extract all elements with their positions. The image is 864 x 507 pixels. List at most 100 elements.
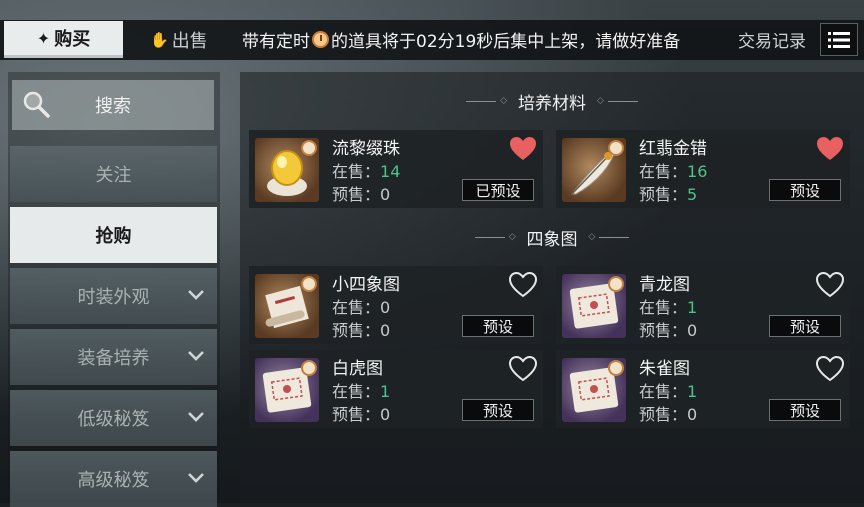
on-sale-count: 14 [380,162,401,181]
preset-button[interactable]: 已预设 [462,179,534,201]
heart-filled-icon[interactable] [816,136,844,162]
search-label: 搜索 [95,96,131,117]
presale-label: 预售： [639,321,688,340]
presale-count: 0 [687,405,698,424]
on-sale-stat: 在售：14 [332,158,400,182]
sidebar-item[interactable]: 关注 [10,146,217,202]
item-card[interactable]: 小四象图 在售：0 预售：0 预设 [249,266,543,344]
diamond-icon: ◇ [508,232,516,242]
timer-badge-icon [301,360,317,376]
on-sale-count: 1 [687,382,698,401]
presale-count: 0 [380,185,391,204]
on-sale-stat: 在售：16 [639,158,707,182]
sidebar-item-label: 装备培养 [77,348,150,369]
item-card[interactable]: 朱雀图 在售：1 预售：0 预设 [556,350,850,428]
listing-notice: 带有定时 的道具将于02分19秒后集中上架，请做好准备 [242,21,680,58]
chevron-down-icon [187,347,205,366]
notice-text-1: 带有定时 [242,32,310,52]
presale-label: 预售： [639,185,688,204]
diamond-icon: ◇ [588,232,596,242]
tab-buy-label: 购买 [54,29,91,50]
on-sale-count: 1 [380,382,391,401]
heart-outline-icon[interactable] [815,271,845,298]
title-divider [474,236,505,238]
heart-outline-icon[interactable] [508,271,538,298]
chevron-down-icon [187,408,205,427]
heart-outline-icon[interactable] [508,355,538,382]
item-card[interactable]: 白虎图 在售：1 预售：0 预设 [249,350,543,428]
item-card[interactable]: 红翡金错 在售：16 预售：5 预设 [556,130,850,208]
list-icon [828,31,850,48]
presale-stat: 预售：0 [332,317,390,341]
timer-badge-icon [301,276,317,292]
title-divider [599,236,630,238]
preset-button[interactable]: 预设 [462,399,534,421]
heart-outline-icon[interactable] [815,355,845,382]
sell-hand-icon: ✋ [150,30,169,49]
feather-icon [562,138,626,202]
item-name: 青龙图 [639,275,690,295]
presale-label: 预售： [332,405,381,424]
timer-icon [312,31,329,48]
timer-badge-icon [608,360,624,376]
notice-text-2: 的道具将于02分19秒后集中上架，请做好准备 [331,32,681,52]
sidebar-item[interactable]: 时装外观 [10,268,217,324]
presale-label: 预售： [332,321,381,340]
presale-count: 0 [687,321,698,340]
chevron-down-icon [187,469,205,488]
preset-button[interactable]: 预设 [769,399,841,421]
tab-sell[interactable]: ✋ 出售 [150,21,220,58]
sidebar-item[interactable]: 抢购 [10,207,217,263]
preset-button[interactable]: 预设 [769,315,841,337]
on-sale-stat: 在售：1 [639,378,697,402]
list-menu-button[interactable] [820,23,858,56]
tab-buy[interactable]: ✦ 购买 [4,21,123,58]
item-name: 红翡金错 [639,139,707,159]
presale-stat: 预售：0 [639,317,697,341]
section-title: ◇ 培养材料 ◇ [240,89,864,114]
section-title-text: 培养材料 [518,93,586,114]
on-sale-count: 0 [380,298,391,317]
timer-badge-icon [608,276,624,292]
sidebar-item[interactable]: 高级秘笈 [10,451,217,507]
buy-tab-icon: ✦ [36,28,51,48]
item-card[interactable]: 流黎缀珠 在售：14 预售：0 已预设 [249,130,543,208]
presale-count: 0 [380,321,391,340]
presale-stat: 预售：5 [639,181,697,205]
timer-badge-icon [608,140,624,156]
presale-count: 5 [687,185,698,204]
on-sale-stat: 在售：0 [332,294,390,318]
item-card[interactable]: 青龙图 在售：1 预售：0 预设 [556,266,850,344]
item-name: 流黎缀珠 [332,139,400,159]
sidebar-item-label: 高级秘笈 [77,470,150,491]
map-scroll-icon [562,358,626,422]
on-sale-label: 在售： [332,298,381,317]
diamond-icon: ◇ [500,96,508,106]
presale-stat: 预售：0 [332,181,390,205]
on-sale-stat: 在售：1 [639,294,697,318]
presale-stat: 预售：0 [332,401,390,425]
presale-label: 预售： [639,405,688,424]
item-name: 白虎图 [332,359,383,379]
search-button[interactable]: 搜索 [12,80,214,130]
heart-filled-icon[interactable] [509,136,537,162]
search-icon [23,91,50,118]
map-scroll-icon [255,358,319,422]
on-sale-label: 在售： [332,162,381,181]
sidebar-item[interactable]: 装备培养 [10,329,217,385]
title-divider [607,100,638,102]
item-name: 小四象图 [332,275,400,295]
tab-sell-label: 出售 [171,30,208,52]
on-sale-stat: 在售：1 [332,378,390,402]
diamond-icon: ◇ [596,96,604,106]
sidebar-item-label: 时装外观 [77,287,150,308]
sidebar-item[interactable]: 低级秘笈 [10,390,217,446]
on-sale-count: 1 [687,298,698,317]
sidebar-item-label: 低级秘笈 [77,409,150,430]
on-sale-label: 在售： [332,382,381,401]
preset-button[interactable]: 预设 [769,179,841,201]
on-sale-label: 在售： [639,382,688,401]
preset-button[interactable]: 预设 [462,315,534,337]
trade-log-button[interactable]: 交易记录 [738,21,806,58]
on-sale-count: 16 [687,162,708,181]
